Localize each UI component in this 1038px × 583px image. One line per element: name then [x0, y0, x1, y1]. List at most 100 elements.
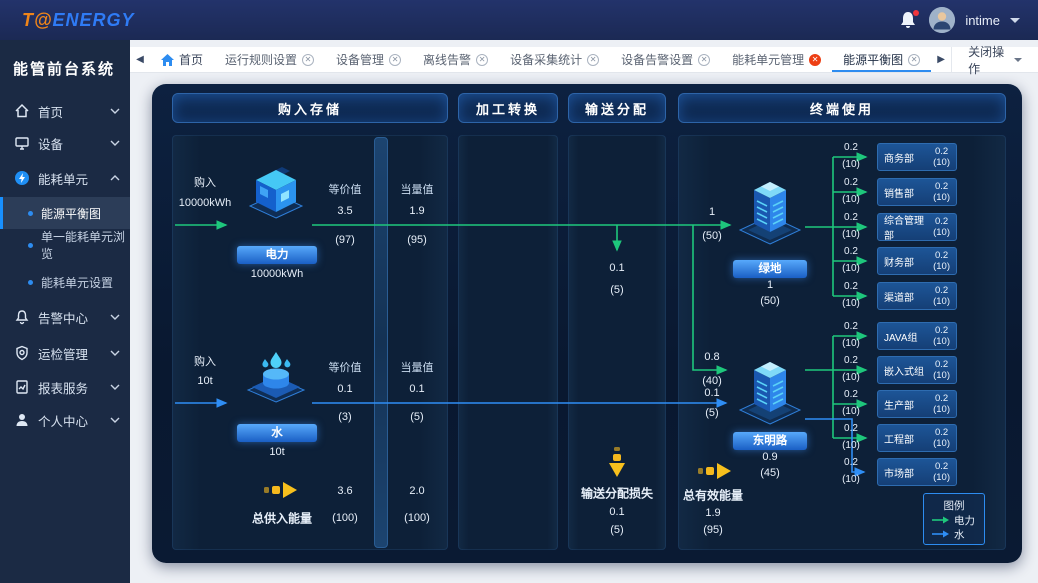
chevron-down-icon	[110, 350, 120, 356]
sidebar-item-energy-units[interactable]: 能耗单元	[0, 162, 130, 194]
sidebar-item-home[interactable]: 首页	[0, 95, 130, 127]
tab-unit-mgmt[interactable]: 能耗单元管理 ✕	[721, 47, 832, 72]
dept-flow-label: 0.2 (10)	[842, 142, 860, 170]
stage-header-distribution: 输送分配	[568, 93, 666, 123]
top-navbar: T@ENERGY intime	[0, 0, 1038, 40]
tab-run-rules[interactable]: 运行规则设置 ✕	[214, 47, 325, 72]
tab-energy-balance[interactable]: 能源平衡图 ✕	[832, 47, 931, 72]
stage-header-purchase: 购入存储	[172, 93, 448, 123]
dept-flow-label: 0.2 (10)	[842, 423, 860, 451]
dept-box-shangwu[interactable]: 商务部 0.2 (10)	[877, 143, 957, 171]
person-icon	[16, 414, 28, 426]
tab-bar: ◀ 首页 运行规则设置 ✕ 设备管理 ✕ 离线告警 ✕ 设备采集统计 ✕ 设备告警设置 ✕…	[130, 45, 1038, 76]
building1-icon[interactable]	[734, 168, 806, 248]
dept-flow-label: 0.2 (10)	[842, 355, 860, 383]
total-supply-arrow-icon	[264, 482, 297, 498]
home-icon	[15, 103, 29, 118]
tab-offline-alarm[interactable]: 离线告警 ✕	[412, 47, 499, 72]
energy-balance-board: 购入存储 加工转换 输送分配 终端使用 购入 10000kWh 电力 10000…	[152, 84, 1022, 563]
close-icon[interactable]: ✕	[698, 53, 711, 66]
chevron-down-icon	[1014, 57, 1022, 66]
sidebar-item-energy-balance[interactable]: 能源平衡图	[0, 197, 130, 229]
electric-cube-icon[interactable]	[244, 164, 308, 222]
dept-box-zonghe[interactable]: 综合管理部 0.2 (10)	[877, 213, 957, 242]
equal-header: 当量值	[400, 184, 434, 196]
total-effective-value: 1.9	[705, 507, 721, 519]
panel-divider	[374, 137, 388, 548]
tab-collect-stats[interactable]: 设备采集统计 ✕	[499, 47, 610, 72]
sidebar-item-reports[interactable]: 报表服务	[0, 371, 130, 403]
legend-electric-label: 电力	[954, 514, 975, 527]
electric-amount: 10000kWh	[250, 268, 304, 280]
avatar[interactable]	[929, 7, 956, 33]
dept-flow-label: 0.2 (10)	[842, 246, 860, 274]
sidebar-item-single-unit-browse[interactable]: 单一能耗单元浏览	[0, 229, 130, 261]
building1-pct: (50)	[760, 295, 780, 307]
water-equal-pct: (5)	[410, 411, 424, 423]
building2-value: 0.9	[762, 451, 778, 463]
stage-header-terminal: 终端使用	[678, 93, 1006, 123]
close-icon[interactable]: ✕	[908, 53, 921, 66]
building1-value: 1	[766, 279, 774, 291]
sidebar-item-devices[interactable]: 设备	[0, 127, 130, 159]
dept-box-caiwu[interactable]: 财务部 0.2 (10)	[877, 247, 957, 275]
water-amount: 10t	[269, 446, 285, 458]
username[interactable]: intime	[965, 13, 1000, 28]
chevron-down-icon	[110, 384, 120, 390]
close-icon[interactable]: ✕	[302, 53, 315, 66]
dept-box-qianrushi[interactable]: 嵌入式组 0.2 (10)	[877, 356, 957, 384]
equal-header: 当量值	[400, 362, 434, 374]
loss-pct: (5)	[610, 524, 624, 536]
notification-bell-icon[interactable]	[899, 10, 920, 30]
tab-device-mgmt[interactable]: 设备管理 ✕	[325, 47, 412, 72]
bullet-icon	[28, 210, 33, 216]
bullet-icon	[28, 242, 33, 248]
total-effective-arrow-icon	[698, 463, 731, 479]
dept-box-gongcheng[interactable]: 工程部 0.2 (10)	[877, 424, 957, 452]
dept-flow-label: 0.2 (10)	[842, 389, 860, 417]
dept-flow-label: 0.2 (10)	[842, 457, 860, 485]
sidebar-item-personal-center[interactable]: 个人中心	[0, 404, 130, 436]
water-node-icon[interactable]	[244, 346, 308, 404]
total-equal-value: 2.0	[409, 485, 425, 497]
dept-flow-label: 0.2 (10)	[842, 281, 860, 309]
close-icon[interactable]: ✕	[809, 53, 822, 66]
dept-box-shengchan[interactable]: 生产部 0.2 (10)	[877, 390, 957, 418]
dept-box-shichang[interactable]: 市场部 0.2 (10)	[877, 458, 957, 486]
tabs-scroll-left-icon[interactable]: ◀	[130, 47, 150, 72]
building2-tag[interactable]: 东明路	[733, 432, 807, 450]
dept-box-java[interactable]: JAVA组 0.2 (10)	[877, 322, 957, 350]
legend-title: 图例	[943, 500, 965, 512]
close-operations-menu[interactable]: 关闭操作	[951, 45, 1038, 76]
building2-in-blue-value: 0.1	[704, 387, 720, 399]
distribution-branch-value: 0.1	[609, 262, 625, 274]
loss-label: 输送分配损失	[580, 486, 654, 501]
sidebar-item-alarm-center[interactable]: 告警中心	[0, 301, 130, 333]
stage-header-conversion: 加工转换	[458, 93, 558, 123]
notification-dot	[913, 10, 920, 16]
tab-alarm-settings[interactable]: 设备告警设置 ✕	[610, 47, 721, 72]
dept-flow-label: 0.2 (10)	[842, 321, 860, 349]
total-supply-label: 总供入能量	[251, 511, 313, 526]
user-menu-chevron-icon[interactable]	[1010, 17, 1020, 28]
dept-box-qudao[interactable]: 渠道部 0.2 (10)	[877, 282, 957, 310]
electric-equiv-pct: (97)	[335, 234, 355, 246]
water-equiv-value: 0.1	[337, 383, 353, 395]
dept-box-xiaoshou[interactable]: 销售部 0.2 (10)	[877, 178, 957, 206]
chevron-down-icon	[110, 108, 120, 114]
tabs-scroll-right-icon[interactable]: ▶	[931, 54, 951, 65]
sidebar-item-unit-settings[interactable]: 能耗单元设置	[0, 266, 130, 298]
building2-icon[interactable]	[734, 348, 806, 428]
sidebar-item-inspection[interactable]: 运检管理	[0, 337, 130, 369]
distribution-branch-pct: (5)	[610, 284, 624, 296]
chevron-up-icon	[110, 175, 120, 181]
dept-flow-label: 0.2 (10)	[842, 177, 860, 205]
electric-node-tag[interactable]: 电力	[237, 246, 317, 264]
building1-tag[interactable]: 绿地	[733, 260, 807, 278]
close-icon[interactable]: ✕	[476, 53, 489, 66]
close-icon[interactable]: ✕	[587, 53, 600, 66]
water-node-tag[interactable]: 水	[237, 424, 317, 442]
tab-home[interactable]: 首页	[150, 47, 214, 72]
close-icon[interactable]: ✕	[389, 53, 402, 66]
report-icon	[16, 380, 28, 394]
